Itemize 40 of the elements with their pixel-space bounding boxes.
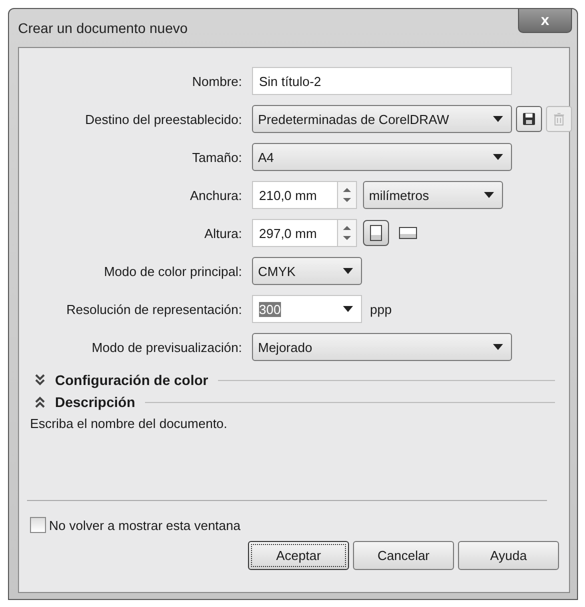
field-label: Modo de previsualización: [90, 340, 242, 354]
resolution-combo[interactable]: 300 [252, 295, 362, 323]
portrait-icon[interactable] [363, 220, 389, 246]
spinner-arrows[interactable] [337, 181, 357, 209]
field-label: Anchura: [188, 188, 242, 202]
dialog-button[interactable]: Ayuda [458, 541, 559, 570]
field-label: Resolución de representación: [65, 302, 242, 316]
dropdown[interactable]: CMYK [252, 257, 362, 285]
save-icon[interactable] [516, 106, 542, 132]
window-title: Crear un documento nuevo [18, 20, 188, 36]
collapse-icon[interactable] [35, 396, 45, 408]
field-label: Nombre: [191, 74, 242, 88]
caret-icon [484, 192, 494, 198]
caret-icon [343, 268, 353, 274]
spinner-arrows[interactable] [337, 219, 357, 247]
caret-icon [493, 116, 503, 122]
number-field[interactable]: 297,0 mm [252, 219, 337, 247]
field-label: Destino del preestablecido: [84, 112, 242, 126]
dropdown[interactable]: milímetros [363, 181, 503, 209]
checkbox-label: No volver a mostrar esta ventana [49, 518, 240, 532]
checkbox[interactable] [30, 517, 46, 533]
caret-icon [493, 344, 503, 350]
number-field[interactable]: 210,0 mm [252, 181, 337, 209]
caret-icon [343, 306, 353, 312]
name-field[interactable]: Sin título-2 [252, 67, 512, 95]
dropdown[interactable]: Mejorado [252, 333, 512, 361]
dropdown[interactable]: Predeterminadas de CorelDRAW [252, 105, 512, 133]
dropdown[interactable]: A4 [252, 143, 512, 171]
field-label: Modo de color principal: [102, 264, 242, 278]
field-label: Tamaño: [191, 150, 242, 164]
expand-icon[interactable] [35, 374, 45, 386]
unit-label: ppp [370, 302, 392, 316]
field-label: Altura: [203, 226, 242, 240]
description-text: Escriba el nombre del documento. [30, 416, 228, 431]
dialog-button[interactable]: Cancelar [353, 541, 454, 570]
close-button[interactable]: x [518, 9, 572, 33]
section-heading[interactable]: Descripción [55, 394, 136, 410]
section-heading[interactable]: Configuración de color [55, 372, 208, 388]
dialog-button[interactable]: Aceptar [248, 541, 349, 570]
caret-icon [493, 154, 503, 160]
